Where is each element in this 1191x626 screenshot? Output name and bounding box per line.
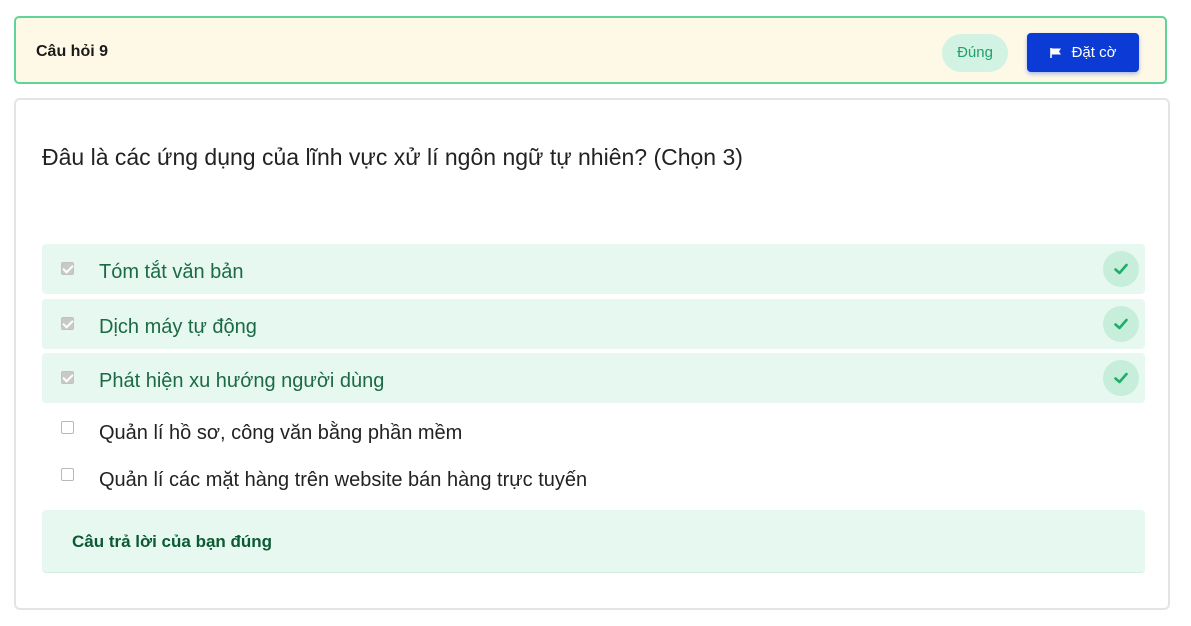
answer-label: Quản lí các mặt hàng trên website bán hà… <box>99 469 588 491</box>
check-icon <box>1103 251 1139 287</box>
feedback-text: Câu trả lời của bạn đúng <box>72 532 273 551</box>
answer-label: Tóm tắt văn bản <box>99 261 244 283</box>
answer-checkbox[interactable] <box>61 371 74 384</box>
answer-option[interactable]: Phát hiện xu hướng người dùng <box>42 353 1145 403</box>
answer-checkbox[interactable] <box>61 468 74 481</box>
question-card: Đâu là các ứng dụng của lĩnh vực xử lí n… <box>14 98 1170 610</box>
answer-option[interactable]: Tóm tắt văn bản <box>42 244 1145 294</box>
check-icon <box>1103 306 1139 342</box>
flag-question-button[interactable]: Đặt cờ <box>1027 33 1139 72</box>
question-header: Câu hỏi 9 Đúng Đặt cờ <box>14 16 1167 84</box>
flag-button-label: Đặt cờ <box>1071 44 1117 61</box>
flag-icon <box>1049 47 1062 59</box>
answer-checkbox[interactable] <box>61 421 74 434</box>
answer-checkbox[interactable] <box>61 262 74 275</box>
question-text: Đâu là các ứng dụng của lĩnh vực xử lí n… <box>42 144 743 170</box>
feedback-box: Câu trả lời của bạn đúng <box>42 510 1145 573</box>
answer-checkbox[interactable] <box>61 317 74 330</box>
answer-label: Quản lí hồ sơ, công văn bằng phần mềm <box>99 422 463 444</box>
answer-label: Phát hiện xu hướng người dùng <box>99 370 385 392</box>
answer-label: Dịch máy tự động <box>99 316 257 338</box>
answer-option[interactable]: Quản lí các mặt hàng trên website bán hà… <box>42 451 1145 501</box>
answer-option[interactable]: Dịch máy tự động <box>42 299 1145 349</box>
answer-option[interactable]: Quản lí hồ sơ, công văn bằng phần mềm <box>42 404 1145 454</box>
question-number: Câu hỏi 9 <box>36 43 109 60</box>
check-icon <box>1103 360 1139 396</box>
status-badge: Đúng <box>942 34 1008 72</box>
